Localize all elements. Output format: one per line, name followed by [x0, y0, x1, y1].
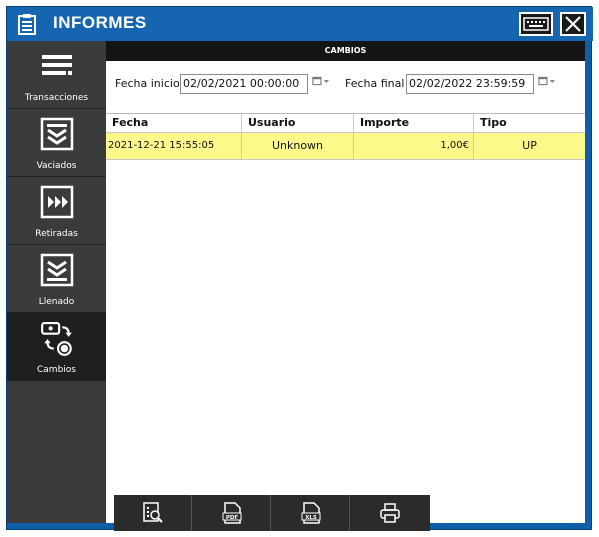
table-header: Fecha Usuario Importe Tipo — [106, 114, 585, 133]
sidebar-item-cambios[interactable]: Cambios — [7, 313, 106, 381]
cell-fecha: 2021-12-21 15:55:05 — [106, 133, 242, 159]
cell-tipo: UP — [522, 139, 537, 152]
print-button[interactable] — [351, 495, 429, 531]
results-table: Fecha Usuario Importe Tipo 2021-12-21 15… — [106, 113, 585, 494]
preview-button[interactable] — [114, 495, 192, 531]
sidebar-label: Cambios — [37, 365, 76, 375]
sidebar-item-retiradas[interactable]: Retiradas — [7, 177, 106, 245]
end-date-field[interactable]: 02/02/2022 23:59:59 — [406, 74, 534, 94]
end-date-picker-button[interactable] — [538, 74, 560, 94]
xls-icon: XLS — [301, 502, 321, 524]
column-header-importe[interactable]: Importe — [354, 114, 474, 132]
sidebar-label: Transacciones — [24, 93, 89, 103]
sidebar-item-llenado[interactable]: Llenado — [7, 245, 106, 313]
exchange-icon — [41, 322, 72, 356]
title-bar: INFORMES — [7, 7, 593, 41]
print-icon — [380, 503, 400, 523]
keyboard-button[interactable] — [519, 12, 553, 36]
report-toolbar: PDF XLS — [114, 495, 430, 531]
start-date-label: Fecha inicio — [115, 77, 180, 90]
sidebar-item-vaciados[interactable]: Vaciados — [7, 109, 106, 177]
sidebar-label: Retiradas — [35, 229, 78, 239]
column-header-usuario[interactable]: Usuario — [242, 114, 354, 132]
column-header-tipo[interactable]: Tipo — [474, 114, 585, 132]
report-window: INFORMES Transacciones Vaciados Retirada… — [6, 6, 593, 531]
empty-down-icon — [40, 117, 74, 151]
export-xls-button[interactable]: XLS — [272, 495, 350, 531]
main-content: CAMBIOS Fecha inicio 02/02/2021 00:00:00… — [106, 41, 585, 531]
pdf-icon: PDF — [222, 502, 242, 524]
xls-icon-text: XLS — [305, 515, 317, 521]
start-date-field[interactable]: 02/02/2021 00:00:00 — [180, 74, 308, 94]
window-title: INFORMES — [53, 13, 147, 32]
export-pdf-button[interactable]: PDF — [193, 495, 271, 531]
cell-usuario: Unknown — [242, 133, 354, 159]
sidebar-label: Vaciados — [36, 161, 77, 171]
table-row[interactable]: 2021-12-21 15:55:05 Unknown 1,00€ UP — [106, 133, 585, 160]
start-date-picker-button[interactable] — [312, 74, 334, 94]
preview-icon — [143, 502, 163, 523]
withdraw-icon — [40, 185, 74, 219]
fill-icon — [40, 253, 74, 287]
close-button[interactable] — [560, 12, 586, 36]
sidebar-label: Llenado — [38, 297, 75, 307]
calendar-dropdown-icon — [538, 76, 556, 86]
end-date-label: Fecha final — [345, 77, 405, 90]
sidebar: Transacciones Vaciados Retiradas Llenado… — [7, 41, 106, 523]
pdf-icon-text: PDF — [226, 515, 239, 521]
date-filter-bar: Fecha inicio 02/02/2021 00:00:00 Fecha f… — [106, 61, 585, 105]
sidebar-item-transacciones[interactable]: Transacciones — [7, 41, 106, 109]
cell-importe: 1,00€ — [354, 133, 474, 159]
column-header-fecha[interactable]: Fecha — [106, 114, 242, 132]
section-title: CAMBIOS — [106, 41, 585, 61]
calendar-dropdown-icon — [312, 76, 330, 86]
list-lines-icon — [42, 55, 72, 75]
close-icon — [565, 16, 581, 32]
clipboard-icon — [18, 14, 36, 35]
keyboard-icon — [523, 17, 549, 31]
